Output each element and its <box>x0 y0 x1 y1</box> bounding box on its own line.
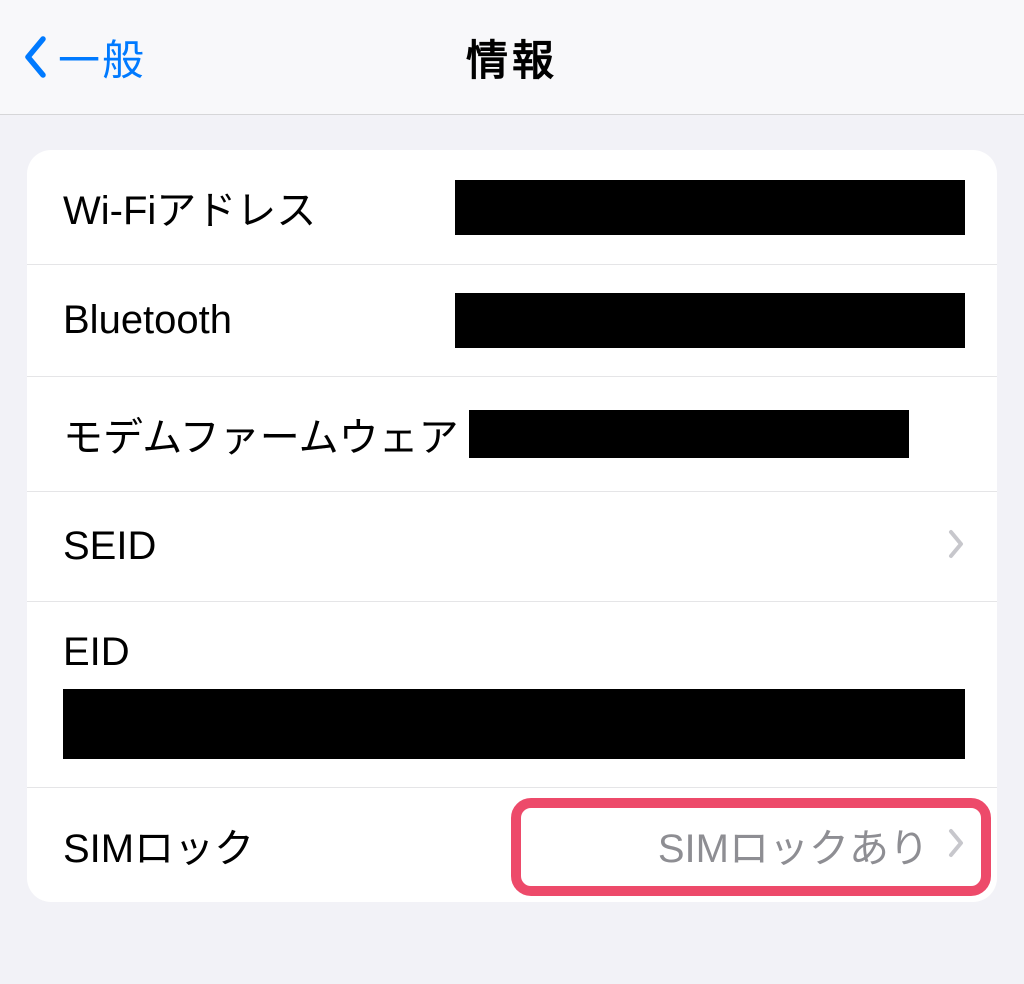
navigation-bar: 一般 情報 <box>0 0 1024 115</box>
chevron-right-icon <box>947 529 965 564</box>
row-label: Wi-Fiアドレス <box>63 178 316 236</box>
row-label: モデムファームウェア <box>63 405 459 463</box>
row-label: SIMロック <box>63 816 254 874</box>
redacted-value <box>63 689 965 759</box>
redacted-value <box>455 293 965 348</box>
back-label: 一般 <box>58 27 146 88</box>
content-area: Wi-Fiアドレス Bluetooth モデムファームウェア SEID EID … <box>0 115 1024 902</box>
row-label: SEID <box>63 524 156 569</box>
page-title: 情報 <box>466 27 558 88</box>
chevron-right-icon <box>947 828 965 863</box>
sim-lock-row[interactable]: SIMロック SIMロックあり <box>27 788 997 902</box>
modem-firmware-row[interactable]: モデムファームウェア <box>27 377 997 492</box>
redacted-value <box>469 410 909 458</box>
eid-row[interactable]: EID <box>27 602 997 788</box>
row-value: SIMロックあり <box>658 816 929 874</box>
bluetooth-row[interactable]: Bluetooth <box>27 265 997 377</box>
settings-group: Wi-Fiアドレス Bluetooth モデムファームウェア SEID EID … <box>27 150 997 902</box>
row-label: EID <box>63 630 965 675</box>
chevron-left-icon <box>20 33 50 81</box>
row-label: Bluetooth <box>63 298 232 343</box>
back-button[interactable]: 一般 <box>20 27 146 88</box>
seid-row[interactable]: SEID <box>27 492 997 602</box>
redacted-value <box>455 180 965 235</box>
wifi-address-row[interactable]: Wi-Fiアドレス <box>27 150 997 265</box>
